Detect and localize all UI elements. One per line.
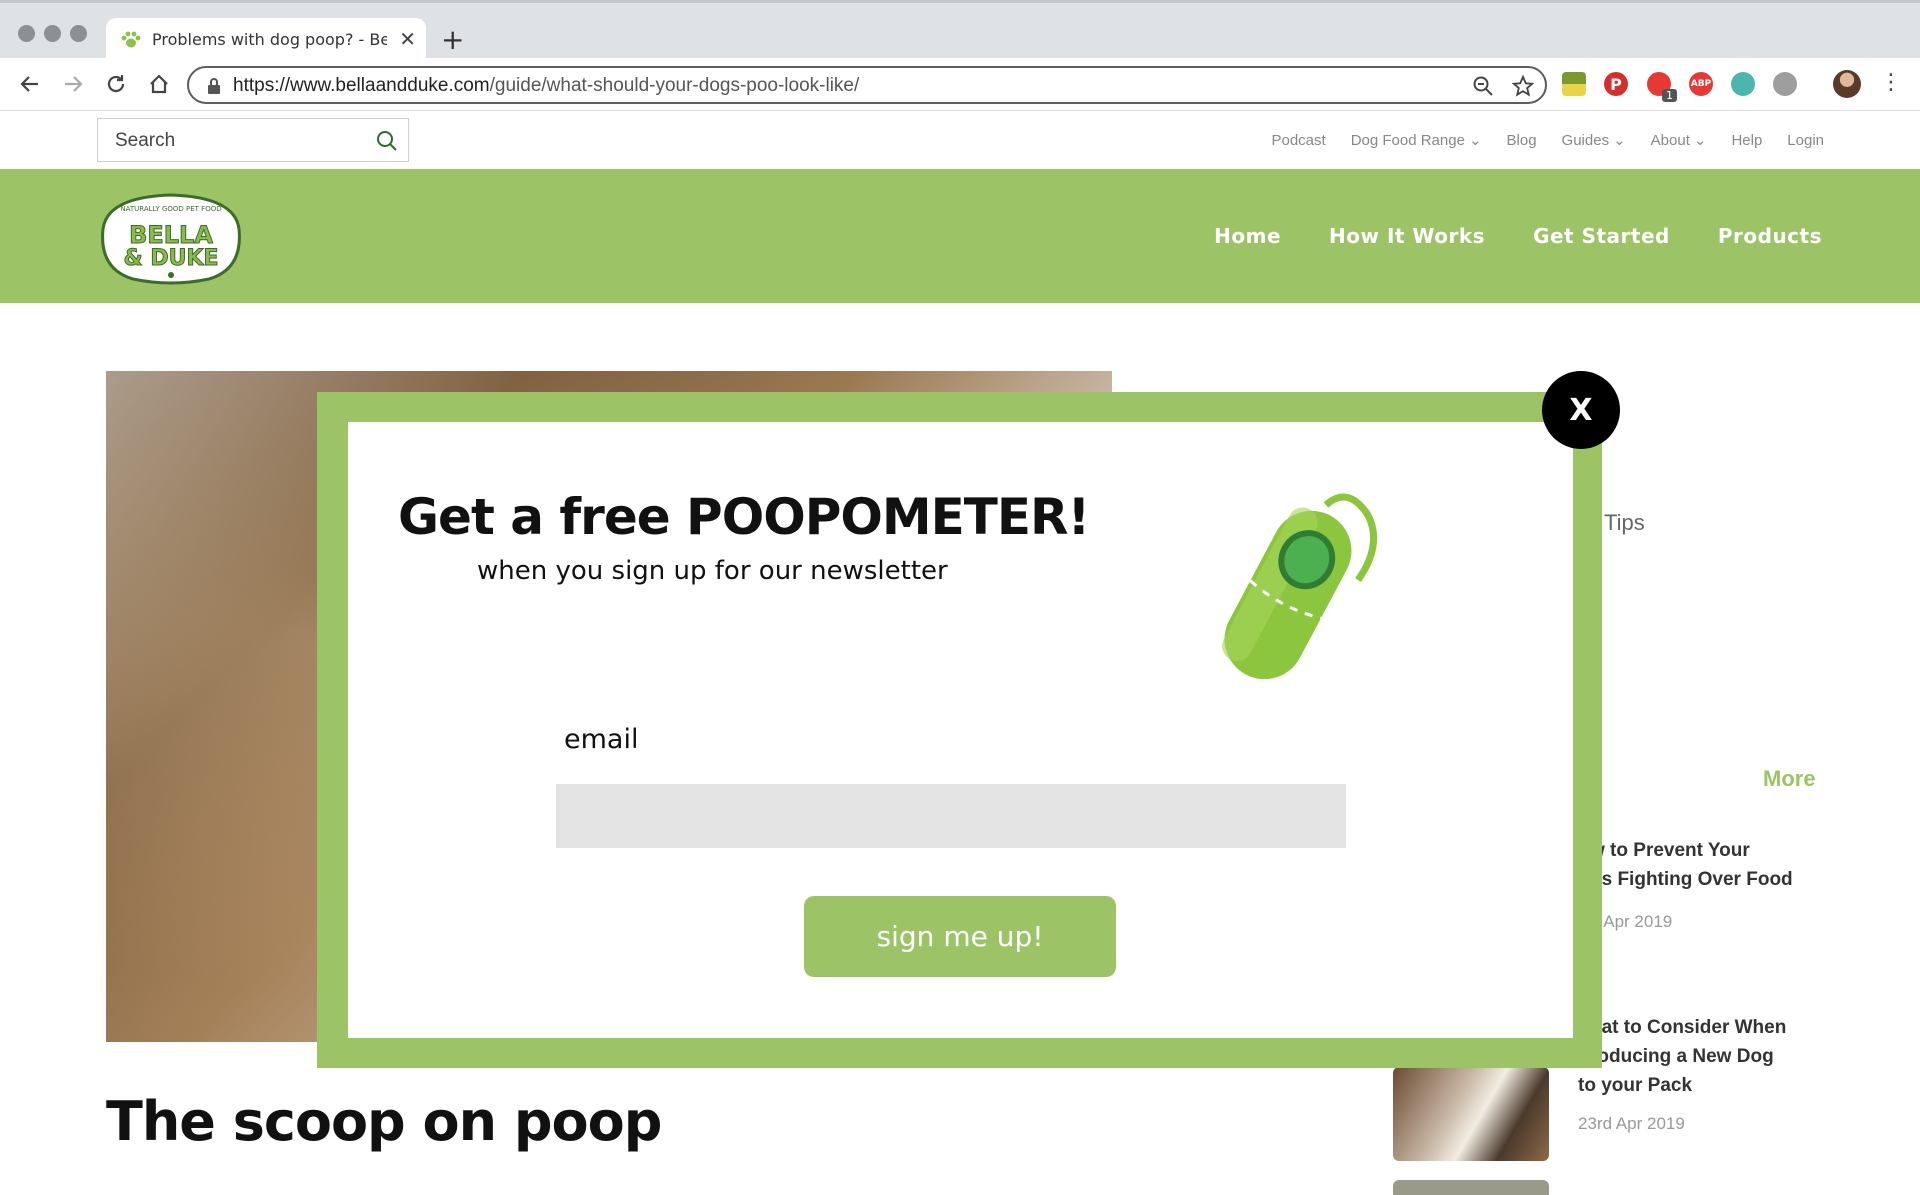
util-nav-about[interactable]: About ⌄	[1650, 131, 1707, 150]
main-nav: Home How It Works Get Started Products	[1214, 224, 1822, 248]
home-icon	[150, 74, 168, 94]
extension-badge-count: 1	[1662, 89, 1677, 102]
browser-toolbar: https://www.bellaandduke.com/guide/what-…	[0, 58, 1920, 111]
extension-1-icon[interactable]	[1562, 72, 1586, 96]
back-button[interactable]	[16, 70, 44, 98]
profile-avatar[interactable]	[1833, 70, 1861, 98]
logo-text-duke: & DUKE	[123, 246, 218, 271]
reload-icon	[107, 75, 125, 93]
url-text: https://www.bellaandduke.com/guide/what-…	[233, 75, 859, 97]
modal-subtitle: when you sign up for our newsletter	[477, 556, 948, 586]
main-nav-how-it-works[interactable]: How It Works	[1329, 224, 1485, 248]
window-zoom-dot[interactable]	[70, 25, 87, 42]
sidebar-post-title-line: w to Prevent Your	[1590, 840, 1750, 861]
paw-icon	[121, 31, 141, 48]
sidebar-post-title-line: gs Fighting Over Food	[1590, 869, 1793, 890]
search-icon[interactable]	[376, 130, 398, 152]
logo-text-bella: BELLA	[129, 221, 213, 249]
main-nav-products[interactable]: Products	[1718, 224, 1822, 248]
chevron-down-icon: ⌄	[1613, 132, 1626, 149]
modal-title: Get a free POOPOMETER!	[398, 488, 1090, 546]
window-close-dot[interactable]	[18, 25, 35, 42]
email-label: email	[564, 724, 639, 755]
modal-close-button[interactable]: X	[1542, 371, 1620, 449]
chevron-down-icon: ⌄	[1468, 132, 1482, 149]
new-tab-button[interactable]: +	[441, 26, 464, 54]
sidebar-post-2[interactable]: hat to Consider When roducing a New Dog …	[1578, 1013, 1787, 1134]
sidebar-post-title-line: hat to Consider When	[1590, 1017, 1787, 1038]
utility-nav: Podcast Dog Food Range ⌄ Blog Guides ⌄ Abo…	[1271, 131, 1824, 150]
sidebar-post-date: 23rd Apr 2019	[1578, 1114, 1685, 1133]
util-nav-guides[interactable]: Guides ⌄	[1561, 131, 1626, 150]
home-button[interactable]	[145, 70, 173, 98]
main-nav-home[interactable]: Home	[1214, 224, 1281, 248]
sidebar-more-link[interactable]: More	[1763, 766, 1816, 792]
url-host: https://www.bellaandduke.com	[233, 75, 490, 96]
lock-icon	[208, 78, 220, 94]
browser-menu-icon[interactable]: ⋮	[1880, 72, 1902, 94]
extension-gray-icon[interactable]	[1773, 72, 1797, 96]
url-path: /guide/what-should-your-dogs-poo-look-li…	[489, 75, 860, 96]
util-nav-blog[interactable]: Blog	[1507, 131, 1537, 149]
util-nav-help[interactable]: Help	[1731, 131, 1762, 149]
util-nav-label: Login	[1787, 131, 1824, 149]
sidebar-post-thumbnail[interactable]	[1393, 1067, 1549, 1161]
util-nav-login[interactable]: Login	[1787, 131, 1824, 149]
util-nav-label: About	[1650, 131, 1690, 149]
sidebar-post-thumbnail[interactable]	[1393, 1180, 1549, 1195]
browser-tab-strip: Problems with dog poop? - Bel ✕ +	[0, 0, 1920, 61]
sign-me-up-button[interactable]: sign me up!	[804, 896, 1116, 977]
sidebar-post-1[interactable]: w to Prevent Your gs Fighting Over Food …	[1590, 836, 1793, 932]
tab-title: Problems with dog poop? - Bel	[152, 30, 387, 49]
util-nav-label: Help	[1731, 131, 1763, 149]
zoom-icon[interactable]	[1472, 75, 1494, 97]
site-header: NATURALLY GOOD PET FOOD BELLA & DUKE Hom…	[0, 169, 1920, 303]
newsletter-modal: Get a free POOPOMETER! when you sign up …	[348, 422, 1573, 1038]
article-title: The scoop on poop	[106, 1090, 662, 1153]
sidebar-post-title-line: roducing a New Dog	[1590, 1046, 1774, 1067]
forward-arrow-icon	[65, 76, 83, 92]
browser-tab-active[interactable]: Problems with dog poop? - Bel ✕	[106, 18, 426, 61]
extension-badge-icon[interactable]: 1	[1647, 72, 1677, 102]
poop-bag-dispenser-image	[1222, 493, 1378, 680]
site-utility-bar: Search Podcast Dog Food Range ⌄ Blog Guid…	[0, 111, 1920, 169]
main-nav-get-started[interactable]: Get Started	[1533, 224, 1670, 248]
logo-tagline: NATURALLY GOOD PET FOOD	[120, 205, 221, 213]
util-nav-label: Podcast	[1271, 131, 1326, 149]
bookmark-star-icon[interactable]	[1512, 75, 1534, 97]
extension-teal-icon[interactable]	[1731, 72, 1755, 96]
address-bar[interactable]: https://www.bellaandduke.com/guide/what-…	[187, 66, 1547, 104]
util-nav-label: Dog Food Range	[1350, 131, 1465, 149]
adblock-plus-icon[interactable]: ABP	[1689, 72, 1713, 96]
sidebar-post-date: h Apr 2019	[1590, 912, 1673, 931]
search-placeholder: Search	[115, 130, 176, 151]
forward-button[interactable]	[59, 70, 87, 98]
bella-duke-logo[interactable]: NATURALLY GOOD PET FOOD BELLA & DUKE	[97, 189, 245, 285]
chevron-down-icon: ⌄	[1693, 132, 1707, 149]
window-minimize-dot[interactable]	[44, 25, 61, 42]
util-nav-podcast[interactable]: Podcast	[1271, 131, 1325, 149]
reload-button[interactable]	[102, 70, 130, 98]
pinterest-icon[interactable]: P	[1604, 72, 1628, 96]
email-input[interactable]	[556, 784, 1346, 848]
util-nav-dog-food-range[interactable]: Dog Food Range ⌄	[1350, 131, 1482, 150]
site-search-input[interactable]: Search	[97, 118, 409, 162]
util-nav-label: Guides	[1561, 131, 1610, 149]
sidebar-post-title-line: to your Pack	[1578, 1075, 1693, 1096]
util-nav-label: Blog	[1506, 131, 1537, 149]
tab-close-icon[interactable]: ✕	[399, 27, 416, 51]
back-arrow-icon	[20, 76, 38, 92]
